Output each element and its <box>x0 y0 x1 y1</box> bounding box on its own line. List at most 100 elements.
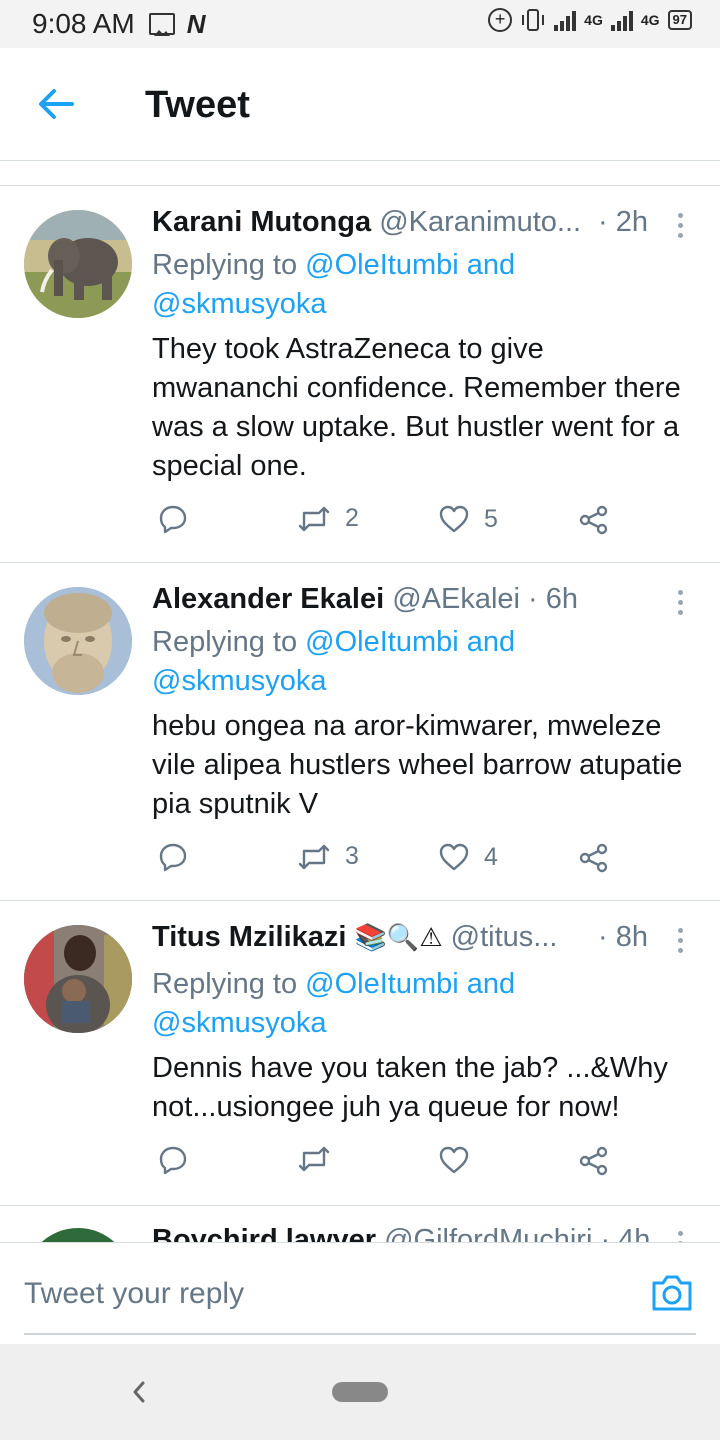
tweet-time: · 4h <box>600 1224 651 1242</box>
author-handle[interactable]: @Karanimuto... <box>379 206 581 238</box>
share-icon <box>579 843 608 873</box>
share-icon <box>579 505 608 535</box>
person-avatar-image <box>24 925 132 1033</box>
more-options-button[interactable] <box>670 1228 690 1242</box>
more-options-button[interactable] <box>670 925 690 959</box>
notification-n-icon: N <box>186 8 206 39</box>
retweet-icon <box>298 1146 330 1172</box>
tweet-text: Dennis have you taken the jab? ...&Why n… <box>152 1052 668 1123</box>
heart-icon <box>439 505 469 533</box>
heart-icon <box>439 843 469 871</box>
share-button[interactable] <box>578 1145 610 1177</box>
like-count: 5 <box>484 504 498 533</box>
author-name[interactable]: Alexander Ekalei <box>152 583 384 615</box>
replying-to: Replying to @OleItumbi and @skmusyoka <box>152 623 692 701</box>
signal-icon-2 <box>610 9 633 31</box>
replying-and: and <box>458 249 516 281</box>
reply-button[interactable] <box>158 1145 188 1175</box>
like-button[interactable] <box>438 1145 470 1175</box>
reply-icon <box>159 505 187 534</box>
arrow-left-icon <box>39 89 74 119</box>
statue-avatar-image <box>24 587 132 695</box>
author-handle[interactable]: @AEkalei <box>392 583 520 615</box>
author-name[interactable]: Boychird lawyer <box>152 1224 376 1242</box>
tweet-actions: 2 5 <box>152 504 622 544</box>
tweet-actions <box>152 1145 622 1185</box>
tweet-actions: 3 4 <box>152 842 622 882</box>
replying-prefix: Replying to <box>152 968 306 1000</box>
mention-link[interactable]: @OleItumbi <box>305 968 459 1000</box>
camera-button[interactable] <box>650 1273 694 1313</box>
reply-icon <box>159 843 187 872</box>
header: Tweet <box>0 48 720 161</box>
author-handle[interactable]: @titus... <box>451 921 558 953</box>
mention-link[interactable]: @OleItumbi <box>305 626 459 658</box>
retweet-button[interactable] <box>297 1145 331 1173</box>
mention-link[interactable]: @skmusyoka <box>152 665 326 697</box>
tweet-time: · 6h <box>528 583 579 615</box>
tweet-text: They took AstraZeneca to give mwananchi … <box>152 333 681 482</box>
mention-link[interactable]: @skmusyoka <box>152 1007 326 1039</box>
replying-prefix: Replying to <box>152 626 306 658</box>
like-count: 4 <box>484 842 498 871</box>
reply-input[interactable]: Tweet your reply <box>24 1277 244 1311</box>
network-type-2: 4G <box>640 12 660 28</box>
share-button[interactable] <box>578 842 610 874</box>
share-button[interactable] <box>578 504 610 536</box>
page-title: Tweet <box>145 84 250 126</box>
home-pill-button[interactable] <box>332 1382 388 1402</box>
nav-back-button[interactable] <box>128 1378 150 1406</box>
network-type-1: 4G <box>584 12 603 28</box>
tweet-card[interactable]: Boychird lawyer @GilfordMuchiri · 4h <box>0 1206 720 1242</box>
replying-to: Replying to @OleItumbi and @skmusyoka <box>152 965 692 1043</box>
tweet-card[interactable]: Karani Mutonga @Karanimuto... · 2h Reply… <box>0 186 720 563</box>
back-button[interactable] <box>34 86 78 122</box>
replying-and: and <box>458 968 516 1000</box>
chevron-left-icon <box>133 1381 145 1403</box>
tweet-time: · 8h <box>598 921 648 953</box>
author-name[interactable]: Karani Mutonga <box>152 206 371 238</box>
replying-to: Replying to @OleItumbi and @skmusyoka <box>152 246 692 324</box>
tweet-time: · 2h <box>598 206 648 238</box>
mention-link[interactable]: @skmusyoka <box>152 288 326 320</box>
author-name[interactable]: Titus Mzilikazi <box>152 921 346 953</box>
signal-icon-1 <box>554 9 577 31</box>
avatar[interactable] <box>24 210 132 318</box>
avatar[interactable] <box>24 1228 132 1242</box>
input-underline <box>24 1333 696 1335</box>
avatar[interactable] <box>24 925 132 1033</box>
share-icon <box>579 1146 608 1176</box>
retweet-button[interactable]: 2 <box>297 504 359 533</box>
retweet-icon <box>298 844 330 869</box>
replying-and: and <box>458 626 516 658</box>
name-emoji: 📚🔍⚠ <box>354 922 443 952</box>
retweet-icon <box>298 506 330 531</box>
heart-icon <box>439 1146 469 1174</box>
like-button[interactable]: 5 <box>438 504 498 534</box>
status-time: 9:08 AM <box>32 8 135 39</box>
mention-link[interactable]: @OleItumbi <box>305 249 459 281</box>
vibrate-icon <box>522 9 545 31</box>
data-saver-icon: + <box>488 8 513 32</box>
reply-composer: Tweet your reply <box>0 1242 720 1345</box>
tweet-card[interactable]: Titus Mzilikazi 📚🔍⚠ @titus... · 8h Reply… <box>0 901 720 1206</box>
reply-button[interactable] <box>158 504 188 534</box>
more-options-button[interactable] <box>670 210 690 244</box>
reply-icon <box>159 1146 187 1175</box>
retweet-count: 2 <box>345 504 359 532</box>
tweet-card[interactable]: Alexander Ekalei @AEkalei · 6h Replying … <box>0 563 720 901</box>
status-bar: 9:08 AM N + 4G 4G 97 <box>0 0 720 48</box>
like-button[interactable]: 4 <box>438 842 498 872</box>
battery-icon: 97 <box>667 10 692 30</box>
retweet-button[interactable]: 3 <box>297 842 359 871</box>
gallery-icon <box>148 13 175 36</box>
author-handle[interactable]: @GilfordMuchiri <box>384 1224 592 1242</box>
replying-prefix: Replying to <box>152 249 306 281</box>
reply-button[interactable] <box>158 842 188 872</box>
camera-icon <box>652 1275 692 1311</box>
avatar[interactable] <box>24 587 132 695</box>
tweet-text: hebu ongea na aror-kimwarer, mweleze vil… <box>152 710 683 820</box>
system-nav-bar <box>0 1344 720 1440</box>
retweet-count: 3 <box>345 842 359 870</box>
more-options-button[interactable] <box>670 587 690 621</box>
